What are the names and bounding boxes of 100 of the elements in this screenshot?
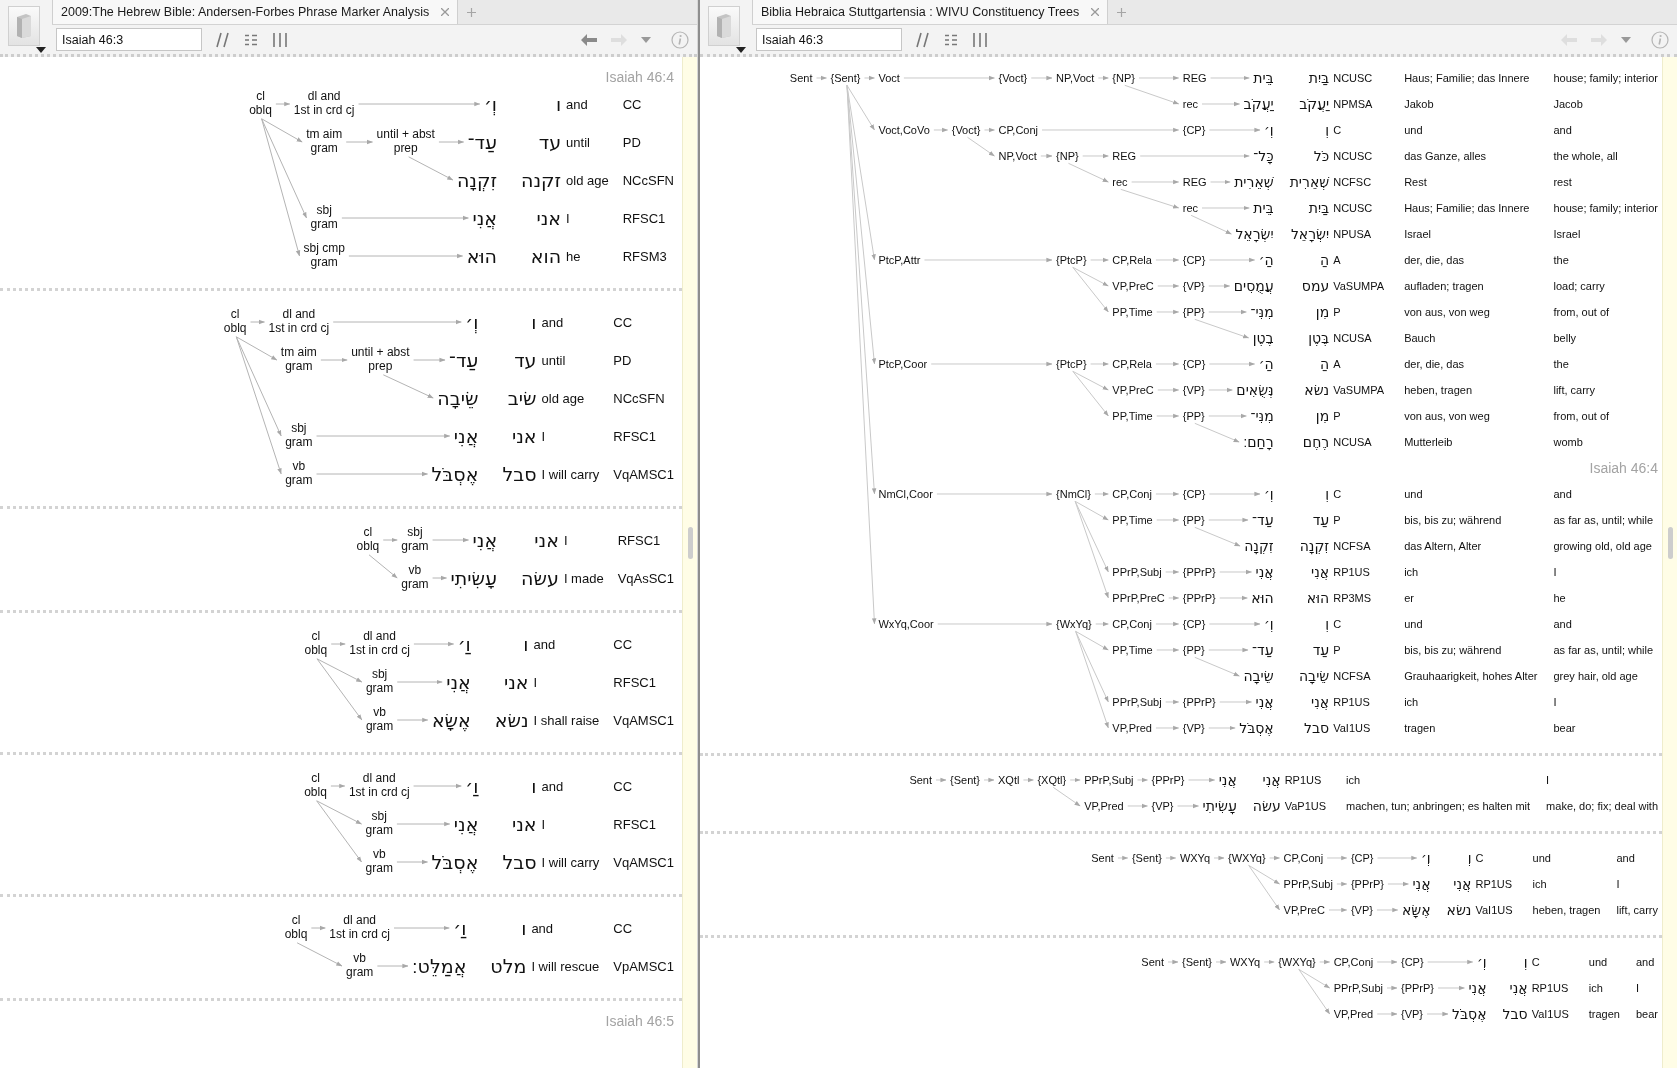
node-label: {CP} <box>1401 955 1424 969</box>
morph-code: VaI1US <box>1475 904 1513 916</box>
lexeme: ו <box>531 311 537 333</box>
node-label: {VP} <box>1401 1007 1424 1021</box>
morph-code: PD <box>622 134 641 150</box>
morph-code: CC <box>613 920 633 936</box>
english-gloss: he <box>1553 592 1566 604</box>
node-label: sbj gram <box>310 204 338 232</box>
connector-arrow <box>1376 907 1399 913</box>
morph-code: C <box>1333 124 1342 136</box>
node-label: sbj gram <box>285 422 313 450</box>
node-label: {NmCl} <box>1056 487 1091 501</box>
columns-icon[interactable] <box>972 31 988 48</box>
connector-arrow <box>1208 491 1261 497</box>
hebrew-word: וְ׳ <box>483 93 497 115</box>
connector-arrow <box>393 925 450 931</box>
hebrew-word: עָשִׂיתִי <box>1202 798 1237 814</box>
lexeme: וְ <box>1523 954 1528 970</box>
reference-field[interactable]: Isaiah 46:3 <box>756 28 902 51</box>
node-label: rec <box>1182 97 1198 111</box>
list-icon[interactable] <box>244 33 258 46</box>
scrollbar-thumb[interactable] <box>1667 527 1673 559</box>
connector-arrow <box>1131 179 1180 185</box>
german-gloss: ich <box>1532 878 1547 890</box>
morph-code: A <box>1333 254 1341 266</box>
document-tab[interactable]: 2009:The Hebrew Bible: Andersen-Forbes Phrase Marker Analysis <box>52 0 459 24</box>
lexeme: אֲנִי <box>1311 564 1330 580</box>
connector-arrow <box>1213 855 1225 861</box>
node-label: {CP} <box>1350 851 1374 865</box>
english-gloss: and <box>1553 124 1572 136</box>
lexeme: בַּיִת <box>1308 70 1330 86</box>
node-label: {PP} <box>1182 513 1205 527</box>
node-label: PPrP,Subj <box>1084 773 1134 787</box>
german-gloss: aufladen; tragen <box>1404 280 1484 292</box>
caret-icon[interactable] <box>36 47 46 53</box>
german-gloss: und <box>1588 956 1608 968</box>
german-gloss: Jakob <box>1404 98 1434 110</box>
hebrew-word: נְּשֻׂאִים <box>1236 382 1274 398</box>
list-icon[interactable] <box>944 33 958 46</box>
connector-arrow <box>1167 959 1179 965</box>
hebrew-word: שֵׂיבָה <box>437 387 479 409</box>
info-icon[interactable] <box>671 30 689 49</box>
reference-field[interactable]: Isaiah 46:3 <box>56 28 202 51</box>
node-label: {CP} <box>1182 123 1206 137</box>
caret-icon[interactable] <box>736 47 746 53</box>
lexeme: אֲנִי <box>1509 980 1528 996</box>
document-tab[interactable]: Biblia Hebraica Stuttgartensia : WIVU Constituency Trees <box>752 0 1109 24</box>
close-icon[interactable] <box>1091 8 1100 16</box>
hebrew-word: אֲנִי <box>453 813 479 835</box>
connector-arrow <box>1208 257 1256 263</box>
connector-arrow <box>1155 361 1180 367</box>
lexeme: שֵׂיבָה <box>1298 668 1330 684</box>
node-label: PPrP,Subj <box>1112 565 1162 579</box>
node-label: PP,Time <box>1112 643 1153 657</box>
parallel-icon[interactable] <box>916 31 930 48</box>
plus-icon[interactable] <box>467 7 477 17</box>
node-label: sbj gram <box>365 668 394 696</box>
lexeme: אֲנִי <box>1311 694 1330 710</box>
connector-arrow <box>1326 855 1348 861</box>
hebrew-word: אֶסְבֹּל <box>1452 1006 1487 1022</box>
connector-arrow <box>330 641 346 647</box>
connector-arrow <box>382 537 398 543</box>
close-icon[interactable] <box>441 8 450 16</box>
lexeme: בֶּטֶן <box>1308 330 1330 346</box>
connector-arrow <box>1208 283 1231 289</box>
node-label: {VP} <box>1182 383 1205 397</box>
node-label: VP,Pred <box>1084 799 1124 813</box>
hebrew-word: הוּא <box>466 245 497 267</box>
node-label: Sent <box>1141 955 1164 969</box>
hebrew-word: הַ׳ <box>1258 252 1274 268</box>
node-label: {PPrP} <box>1401 981 1435 995</box>
connector-arrow <box>1426 1011 1449 1017</box>
book-icon <box>714 13 734 39</box>
hebrew-word: בֵּית <box>1253 200 1274 216</box>
node-label: dl and 1st in crd cj <box>348 772 410 800</box>
back-arrow-icon[interactable] <box>581 33 597 46</box>
connector-arrow <box>1208 517 1249 523</box>
columns-icon[interactable] <box>272 31 288 48</box>
english-gloss: as far as, until; while <box>1553 514 1654 526</box>
german-gloss: das Ganze, alles <box>1404 150 1487 162</box>
parallel-icon[interactable] <box>216 31 230 48</box>
connector-arrow <box>1269 855 1281 861</box>
lexeme: ו <box>555 93 562 115</box>
node-label: PP,Time <box>1112 409 1153 423</box>
node-label: {PPrP} <box>1182 591 1216 605</box>
gloss: until <box>566 134 590 150</box>
hebrew-word: וַ׳ <box>465 775 479 797</box>
node-label: VP,PreC <box>1112 279 1154 293</box>
plus-icon[interactable] <box>1117 7 1127 17</box>
lexeme: סבל <box>1502 1006 1528 1022</box>
info-icon[interactable] <box>1651 30 1669 49</box>
hebrew-word: אֲנִי <box>1218 772 1237 788</box>
german-gloss: tragen <box>1588 1008 1620 1020</box>
lexeme: כֹּל <box>1313 148 1330 164</box>
hebrew-word: עַד־ <box>1252 642 1274 658</box>
english-gloss: rest <box>1553 176 1572 188</box>
node-label: {Sent} <box>950 773 980 787</box>
gloss: I <box>563 532 568 548</box>
scrollbar-thumb[interactable] <box>687 527 693 559</box>
connector-arrow <box>1155 621 1180 627</box>
